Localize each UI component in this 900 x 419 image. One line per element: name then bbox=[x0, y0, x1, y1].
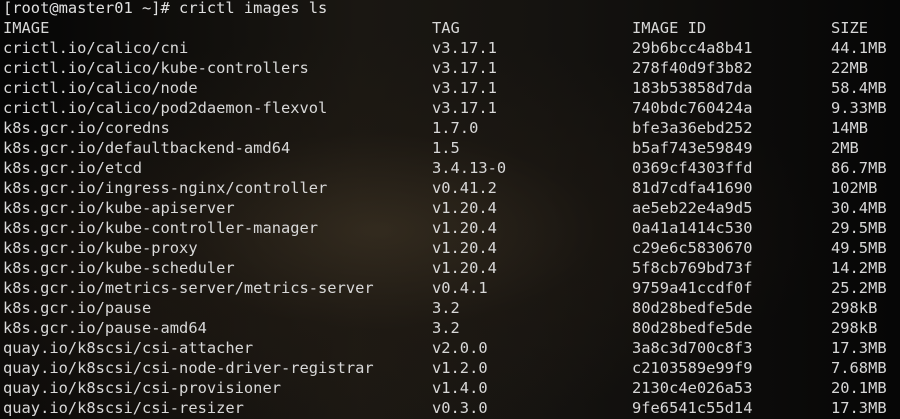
row-size: 58.4MB bbox=[831, 79, 887, 97]
terminal-window[interactable]: [root@master01 ~]# crictl images ls IMAG… bbox=[0, 0, 900, 419]
row-tag: v1.2.0 bbox=[432, 359, 488, 377]
row-tag: v3.17.1 bbox=[432, 99, 497, 117]
row-size: 25.2MB bbox=[831, 279, 887, 297]
row-image: crictl.io/calico/node bbox=[3, 79, 198, 97]
row-image: quay.io/k8scsi/csi-resizer bbox=[3, 399, 244, 417]
row-image-id: bfe3a36ebd252 bbox=[632, 119, 753, 137]
row-size: 102MB bbox=[831, 179, 878, 197]
row-image: k8s.gcr.io/ingress-nginx/controller bbox=[3, 179, 328, 197]
row-image-id: ae5eb22e4a9d5 bbox=[632, 199, 753, 217]
row-size: 29.5MB bbox=[831, 219, 887, 237]
row-size: 49.5MB bbox=[831, 239, 887, 257]
row-image-id: c2103589e99f9 bbox=[632, 359, 753, 377]
row-image-id: 5f8cb769bd73f bbox=[632, 259, 753, 277]
row-size: 20.1MB bbox=[831, 379, 887, 397]
header-image: IMAGE bbox=[3, 19, 50, 37]
row-tag: v1.20.4 bbox=[432, 259, 497, 277]
row-tag: v3.17.1 bbox=[432, 79, 497, 97]
row-image: crictl.io/calico/pod2daemon-flexvol bbox=[3, 99, 328, 117]
row-tag: v1.20.4 bbox=[432, 199, 497, 217]
row-tag: v0.41.2 bbox=[432, 179, 497, 197]
row-size: 9.33MB bbox=[831, 99, 887, 117]
row-image: k8s.gcr.io/etcd bbox=[3, 159, 142, 177]
row-size: 14MB bbox=[831, 119, 869, 137]
row-size: 14.2MB bbox=[831, 259, 887, 277]
row-tag: v0.3.0 bbox=[432, 399, 488, 417]
row-tag: v0.4.1 bbox=[432, 279, 488, 297]
row-image: quay.io/k8scsi/csi-provisioner bbox=[3, 379, 281, 397]
row-image-id: 9759a41ccdf0f bbox=[632, 279, 753, 297]
row-size: 22MB bbox=[831, 59, 869, 77]
header-size: SIZE bbox=[831, 19, 869, 37]
row-image: quay.io/k8scsi/csi-node-driver-registrar bbox=[3, 359, 374, 377]
table-header: IMAGE TAG IMAGE ID SIZE bbox=[3, 18, 868, 38]
row-tag: v3.17.1 bbox=[432, 39, 497, 57]
row-image: k8s.gcr.io/pause-amd64 bbox=[3, 319, 207, 337]
row-size: 30.4MB bbox=[831, 199, 887, 217]
row-image-id: 29b6bcc4a8b41 bbox=[632, 39, 753, 57]
row-tag: 3.2 bbox=[432, 299, 460, 317]
row-image: crictl.io/calico/cni bbox=[3, 39, 189, 57]
row-image-id: c29e6c5830670 bbox=[632, 239, 753, 257]
row-tag: 3.2 bbox=[432, 319, 460, 337]
header-tag: TAG bbox=[432, 19, 460, 37]
row-image-id: 3a8c3d700c8f3 bbox=[632, 339, 753, 357]
row-image-id: 80d28bedfe5de bbox=[632, 299, 753, 317]
row-size: 7.68MB bbox=[831, 359, 887, 377]
row-image: k8s.gcr.io/kube-controller-manager bbox=[3, 219, 319, 237]
row-size: 2MB bbox=[831, 139, 859, 157]
row-size: 44.1MB bbox=[831, 39, 887, 57]
row-image-id: 0a41a1414c530 bbox=[632, 219, 753, 237]
row-image: quay.io/k8scsi/csi-attacher bbox=[3, 339, 254, 357]
row-size: 17.3MB bbox=[831, 399, 887, 417]
row-image-id: 80d28bedfe5de bbox=[632, 319, 753, 337]
shell-prompt-command: [root@master01 ~]# crictl images ls bbox=[3, 0, 328, 17]
row-image-id: b5af743e59849 bbox=[632, 139, 753, 157]
row-size: 17.3MB bbox=[831, 339, 887, 357]
row-image-id: 183b53858d7da bbox=[632, 79, 753, 97]
row-size: 298kB bbox=[831, 299, 878, 317]
row-tag: v1.20.4 bbox=[432, 239, 497, 257]
row-image: k8s.gcr.io/metrics-server/metrics-server bbox=[3, 279, 374, 297]
row-tag: v1.4.0 bbox=[432, 379, 488, 397]
row-tag: v1.20.4 bbox=[432, 219, 497, 237]
row-size: 86.7MB bbox=[831, 159, 887, 177]
row-tag: v2.0.0 bbox=[432, 339, 488, 357]
row-image: k8s.gcr.io/kube-proxy bbox=[3, 239, 198, 257]
row-image: k8s.gcr.io/coredns bbox=[3, 119, 170, 137]
row-tag: 1.7.0 bbox=[432, 119, 479, 137]
row-tag: 1.5 bbox=[432, 139, 460, 157]
row-image-id: 81d7cdfa41690 bbox=[632, 179, 753, 197]
header-image-id: IMAGE ID bbox=[632, 19, 707, 37]
row-image: k8s.gcr.io/pause bbox=[3, 299, 152, 317]
row-image-id: 0369cf4303ffd bbox=[632, 159, 753, 177]
row-tag: 3.4.13-0 bbox=[432, 159, 507, 177]
row-image-id: 2130c4e026a53 bbox=[632, 379, 753, 397]
row-image: k8s.gcr.io/kube-scheduler bbox=[3, 259, 235, 277]
row-image-id: 278f40d9f3b82 bbox=[632, 59, 753, 77]
row-image: k8s.gcr.io/kube-apiserver bbox=[3, 199, 235, 217]
row-image-id: 9fe6541c55d14 bbox=[632, 399, 753, 417]
row-image: crictl.io/calico/kube-controllers bbox=[3, 59, 309, 77]
row-tag: v3.17.1 bbox=[432, 59, 497, 77]
row-image: k8s.gcr.io/defaultbackend-amd64 bbox=[3, 139, 291, 157]
row-image-id: 740bdc760424a bbox=[632, 99, 753, 117]
row-size: 298kB bbox=[831, 319, 878, 337]
